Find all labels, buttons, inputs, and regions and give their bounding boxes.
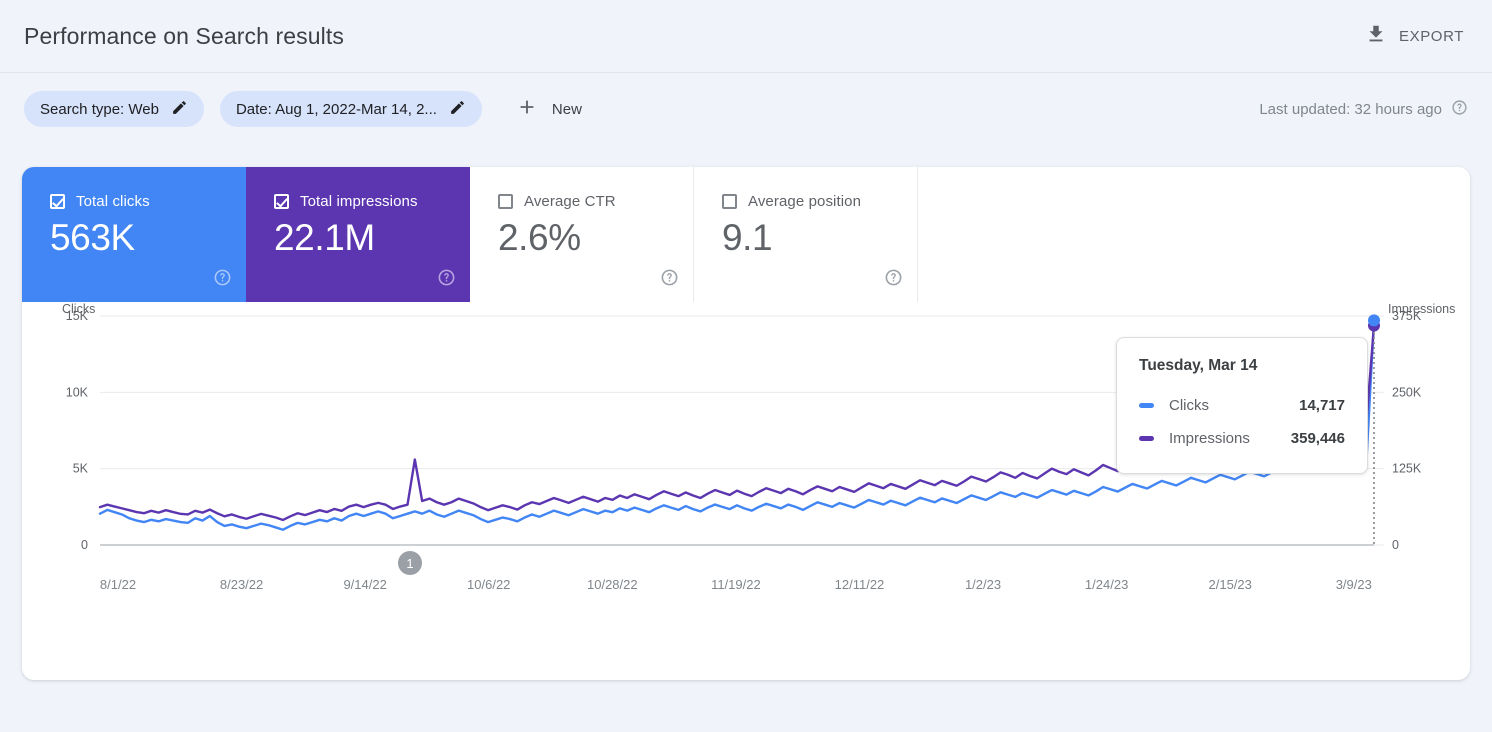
svg-text:8/1/22: 8/1/22 (100, 577, 136, 592)
svg-text:0: 0 (81, 538, 88, 552)
help-icon[interactable] (213, 268, 232, 292)
metric-value-total-impressions: 22.1M (274, 217, 375, 258)
last-updated-label: Last updated: 32 hours ago (1259, 100, 1442, 118)
svg-text:10K: 10K (66, 385, 89, 399)
tooltip-row-clicks: Clicks 14,717 (1139, 389, 1345, 422)
performance-chart[interactable]: Clicks Impressions 0 5K 10K 15K 0 125K 250K 375K 8… (22, 302, 1470, 680)
help-icon[interactable] (1451, 99, 1468, 120)
svg-text:125K: 125K (1392, 462, 1422, 476)
svg-text:250K: 250K (1392, 385, 1422, 399)
tooltip-value-clicks: 14,717 (1299, 397, 1345, 414)
last-updated: Last updated: 32 hours ago (1259, 99, 1468, 120)
metric-label-average-position: Average position (748, 193, 862, 210)
pencil-icon[interactable] (449, 99, 466, 120)
filter-chip-search-type[interactable]: Search type: Web (24, 91, 204, 127)
svg-text:1/24/23: 1/24/23 (1085, 577, 1128, 592)
metric-head: Total clicks (50, 193, 224, 210)
svg-text:0: 0 (1392, 538, 1399, 552)
svg-text:2/15/23: 2/15/23 (1209, 577, 1252, 592)
checkbox-average-ctr[interactable] (498, 194, 513, 209)
metric-value-average-ctr: 2.6% (498, 217, 581, 258)
export-button[interactable]: EXPORT (1361, 17, 1468, 55)
checkbox-total-clicks[interactable] (50, 194, 65, 209)
metric-head: Average position (722, 193, 895, 210)
export-label: EXPORT (1398, 27, 1464, 45)
help-icon[interactable] (437, 268, 456, 292)
legend-swatch-clicks (1139, 403, 1154, 408)
page-title: Performance on Search results (24, 22, 344, 49)
new-filter-button[interactable]: New (516, 96, 582, 122)
metric-head: Average CTR (498, 193, 671, 210)
tooltip-row-impressions: Impressions 359,446 (1139, 422, 1345, 455)
tooltip-value-impressions: 359,446 (1290, 430, 1345, 447)
performance-card: Total clicks 563K Total impressions 22.1… (22, 167, 1470, 680)
help-icon[interactable] (660, 268, 679, 292)
help-icon[interactable] (884, 268, 903, 292)
filter-chip-date[interactable]: Date: Aug 1, 2022-Mar 14, 2... (219, 91, 482, 127)
legend-swatch-impressions (1139, 436, 1154, 441)
checkbox-average-position[interactable] (722, 194, 737, 209)
svg-text:10/6/22: 10/6/22 (467, 577, 510, 592)
svg-text:1/2/23: 1/2/23 (965, 577, 1001, 592)
pencil-icon[interactable] (171, 99, 188, 120)
new-filter-label: New (551, 100, 582, 118)
svg-text:3/9/23: 3/9/23 (1336, 577, 1372, 592)
filter-chips: Search type: Web Date: Aug 1, 2022-Mar 1… (24, 91, 582, 127)
metric-card-average-position[interactable]: Average position 9.1 (694, 167, 918, 302)
tooltip-date: Tuesday, Mar 14 (1139, 357, 1258, 374)
tooltip-label-clicks: Clicks (1169, 397, 1209, 414)
plus-icon (516, 96, 538, 122)
svg-text:12/11/22: 12/11/22 (835, 577, 885, 592)
metric-label-average-ctr: Average CTR (524, 193, 616, 210)
svg-text:9/14/22: 9/14/22 (343, 577, 386, 592)
metric-card-total-clicks[interactable]: Total clicks 563K (22, 167, 246, 302)
checkbox-total-impressions[interactable] (274, 194, 289, 209)
svg-text:1: 1 (406, 556, 413, 571)
svg-text:11/19/22: 11/19/22 (711, 577, 761, 592)
metric-head: Total impressions (274, 193, 448, 210)
chart-tooltip: Tuesday, Mar 14 Clicks 14,717 Impression… (1116, 337, 1368, 474)
svg-text:8/23/22: 8/23/22 (220, 577, 263, 592)
download-icon (1365, 23, 1387, 49)
metric-value-total-clicks: 563K (50, 217, 135, 258)
svg-text:10/28/22: 10/28/22 (587, 577, 638, 592)
metric-cards: Total clicks 563K Total impressions 22.1… (22, 167, 1470, 302)
filter-bar: Search type: Web Date: Aug 1, 2022-Mar 1… (0, 73, 1492, 145)
svg-text:5K: 5K (73, 462, 89, 476)
page-header: Performance on Search results EXPORT (0, 0, 1492, 73)
svg-text:15K: 15K (66, 309, 89, 323)
filter-chip-search-type-label: Search type: Web (40, 100, 159, 118)
metric-card-average-ctr[interactable]: Average CTR 2.6% (470, 167, 694, 302)
metric-value-average-position: 9.1 (722, 217, 773, 258)
metric-label-total-clicks: Total clicks (76, 193, 150, 210)
svg-text:375K: 375K (1392, 309, 1422, 323)
metric-label-total-impressions: Total impressions (300, 193, 418, 210)
tooltip-label-impressions: Impressions (1169, 430, 1250, 447)
filter-chip-date-label: Date: Aug 1, 2022-Mar 14, 2... (235, 100, 437, 118)
metric-card-total-impressions[interactable]: Total impressions 22.1M (246, 167, 470, 302)
